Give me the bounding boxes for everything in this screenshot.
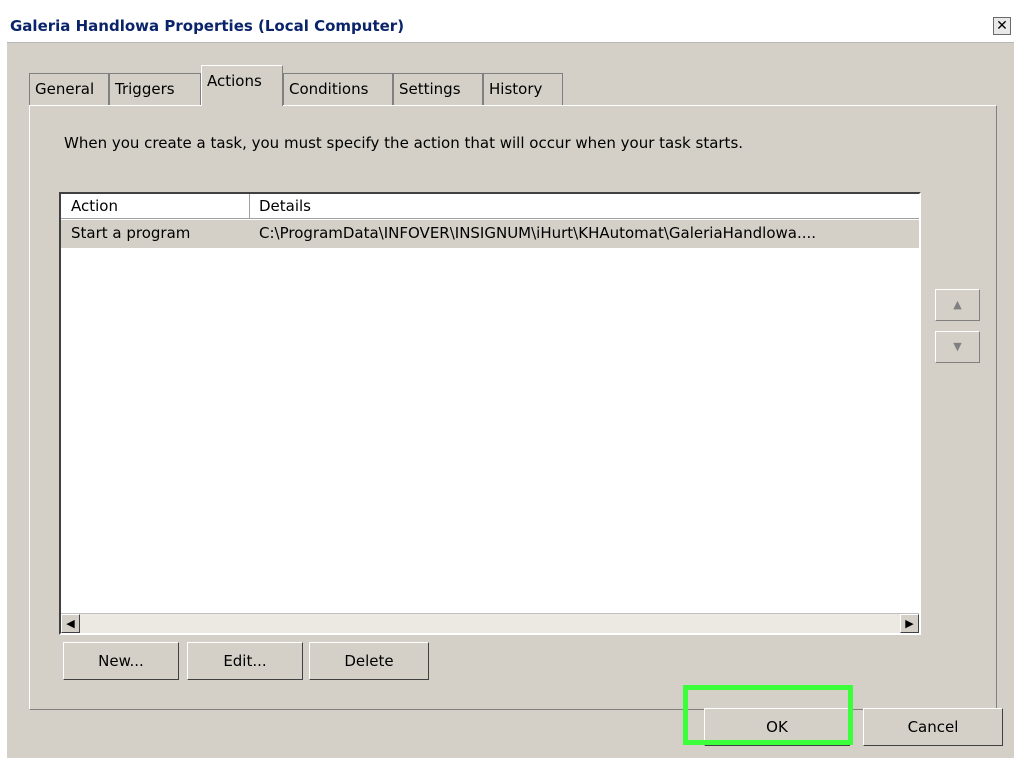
ok-button-highlight xyxy=(683,685,853,745)
new-button[interactable]: New... xyxy=(63,642,179,680)
tab-conditions[interactable]: Conditions xyxy=(283,73,393,105)
tab-settings[interactable]: Settings xyxy=(393,73,483,105)
column-header-details[interactable]: Details xyxy=(259,197,311,215)
move-up-button[interactable]: ▲ xyxy=(935,289,980,321)
cancel-button[interactable]: Cancel xyxy=(863,708,1003,746)
column-header-action[interactable]: Action xyxy=(71,197,118,215)
scroll-right-icon[interactable]: ▶ xyxy=(900,614,919,633)
actions-list[interactable]: Action Details Start a program C:\Progra… xyxy=(59,192,921,635)
list-header: Action Details xyxy=(61,194,919,219)
cell-details: C:\ProgramData\INFOVER\INSIGNUM\iHurt\KH… xyxy=(259,224,817,242)
actions-panel: When you create a task, you must specify… xyxy=(29,105,997,710)
tab-actions[interactable]: Actions xyxy=(201,65,283,106)
tab-general[interactable]: General xyxy=(29,73,109,105)
scroll-left-icon[interactable]: ◀ xyxy=(61,614,80,633)
horizontal-scrollbar[interactable]: ◀ ▶ xyxy=(61,613,919,633)
close-icon[interactable]: ✕ xyxy=(993,17,1011,35)
delete-button[interactable]: Delete xyxy=(309,642,429,680)
tab-triggers[interactable]: Triggers xyxy=(109,73,201,105)
move-down-button[interactable]: ▼ xyxy=(935,331,980,363)
table-row[interactable]: Start a program C:\ProgramData\INFOVER\I… xyxy=(61,220,919,248)
chevron-down-icon: ▼ xyxy=(953,340,962,353)
window-title: Galeria Handlowa Properties (Local Compu… xyxy=(10,17,405,35)
tab-history[interactable]: History xyxy=(483,73,563,105)
properties-dialog: Galeria Handlowa Properties (Local Compu… xyxy=(7,12,1014,758)
cell-action: Start a program xyxy=(71,224,191,242)
edit-button[interactable]: Edit... xyxy=(187,642,303,680)
actions-description: When you create a task, you must specify… xyxy=(64,134,744,152)
column-divider[interactable] xyxy=(249,194,250,218)
title-bar: Galeria Handlowa Properties (Local Compu… xyxy=(7,12,1014,43)
chevron-up-icon: ▲ xyxy=(953,298,962,311)
